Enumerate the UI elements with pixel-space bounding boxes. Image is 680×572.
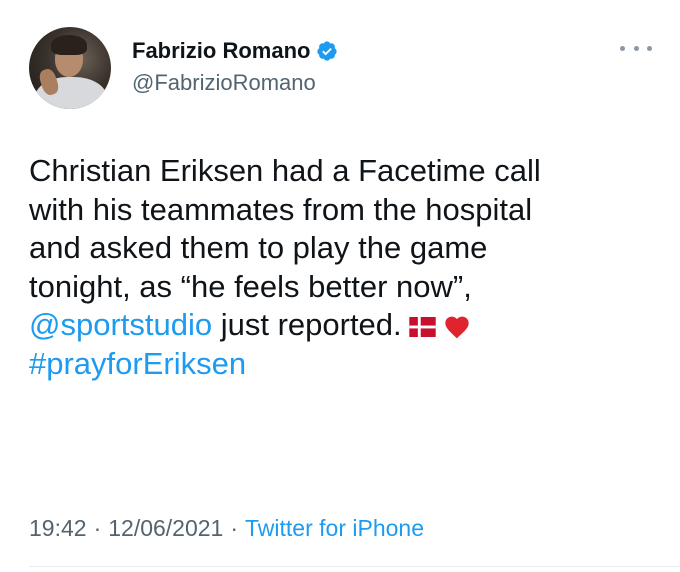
more-dot	[620, 45, 625, 51]
avatar-hair	[51, 35, 87, 55]
tweet-line: and asked them to play the game	[29, 230, 488, 265]
tweet-line: tonight, as “he feels better now”,	[29, 268, 472, 304]
more-options-icon[interactable]	[620, 38, 652, 58]
tweet-line: Christian Eriksen had a Facetime call	[29, 153, 541, 188]
author-name-row: Fabrizio Romano	[132, 36, 338, 66]
tweet-line: with his teammates from the hospital	[29, 191, 533, 227]
tweet-source-link[interactable]: Twitter for iPhone	[245, 515, 424, 542]
meta-separator: ·	[93, 515, 102, 541]
divider	[29, 566, 680, 567]
verified-badge-icon	[317, 41, 338, 61]
tweet-time[interactable]: 19:42	[29, 515, 87, 542]
tweet-text: Christian Eriksen had a Facetime call wi…	[29, 152, 659, 383]
tweet-line: #prayforEriksen	[29, 345, 659, 384]
more-dot	[647, 45, 652, 51]
tweet-meta: 19:42 · 12/06/2021 · Twitter for iPhone	[29, 515, 424, 542]
mention-link[interactable]: @sportstudio	[29, 307, 212, 342]
avatar[interactable]	[29, 27, 111, 109]
author-display-name[interactable]: Fabrizio Romano	[132, 38, 310, 64]
denmark-flag-icon	[408, 317, 436, 337]
more-dot	[633, 45, 639, 51]
author-handle[interactable]: @FabrizioRomano	[132, 70, 316, 96]
tweet-line: @sportstudio just reported.	[29, 306, 659, 345]
hashtag-link[interactable]: #prayforEriksen	[29, 346, 246, 381]
meta-separator: ·	[230, 515, 239, 541]
tweet-date[interactable]: 12/06/2021	[108, 515, 223, 542]
tweet: Fabrizio Romano @FabrizioRomano Christia…	[0, 0, 680, 572]
red-heart-icon	[444, 316, 469, 339]
tweet-line-rest: just reported.	[212, 307, 402, 342]
